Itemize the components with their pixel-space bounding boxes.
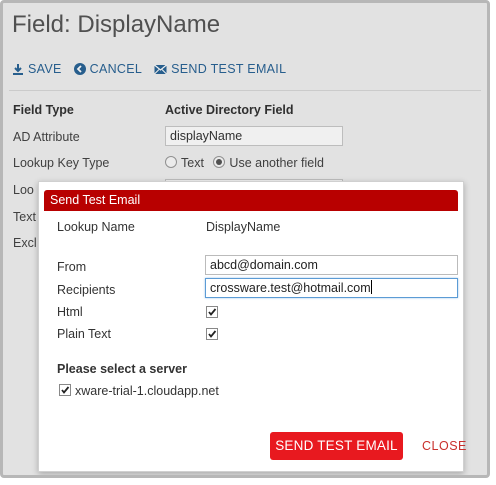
lookup-name-label: Lookup Name (57, 220, 135, 234)
window-frame: Field: DisplayName SAVE CANCEL SEND TEST… (0, 0, 490, 478)
from-label: From (57, 260, 87, 274)
close-button[interactable]: CLOSE (422, 439, 467, 453)
plain-text-label: Plain Text (57, 327, 111, 341)
checkmark-icon (208, 308, 217, 316)
server-checkbox[interactable] (59, 384, 71, 396)
checkmark-icon (208, 330, 217, 338)
plain-text-checkbox[interactable] (206, 328, 218, 340)
recipients-value: crossware.test@hotmail.com (210, 281, 371, 295)
text-caret (370, 280, 372, 294)
dialog-title: Send Test Email (44, 190, 458, 211)
send-test-email-button[interactable]: SEND TEST EMAIL (270, 432, 403, 460)
checkmark-icon (61, 386, 70, 394)
recipients-label: Recipients (57, 283, 116, 297)
recipients-input[interactable]: crossware.test@hotmail.com (205, 278, 458, 298)
html-checkbox[interactable] (206, 306, 218, 318)
from-input[interactable]: abcd@domain.com (205, 255, 458, 275)
send-test-email-dialog: Send Test Email Lookup Name DisplayName … (38, 181, 467, 472)
server-heading: Please select a server (57, 362, 187, 376)
lookup-name-value: DisplayName (206, 220, 281, 234)
html-label: Html (57, 305, 83, 319)
server-option-label: xware-trial-1.cloudapp.net (75, 384, 219, 398)
